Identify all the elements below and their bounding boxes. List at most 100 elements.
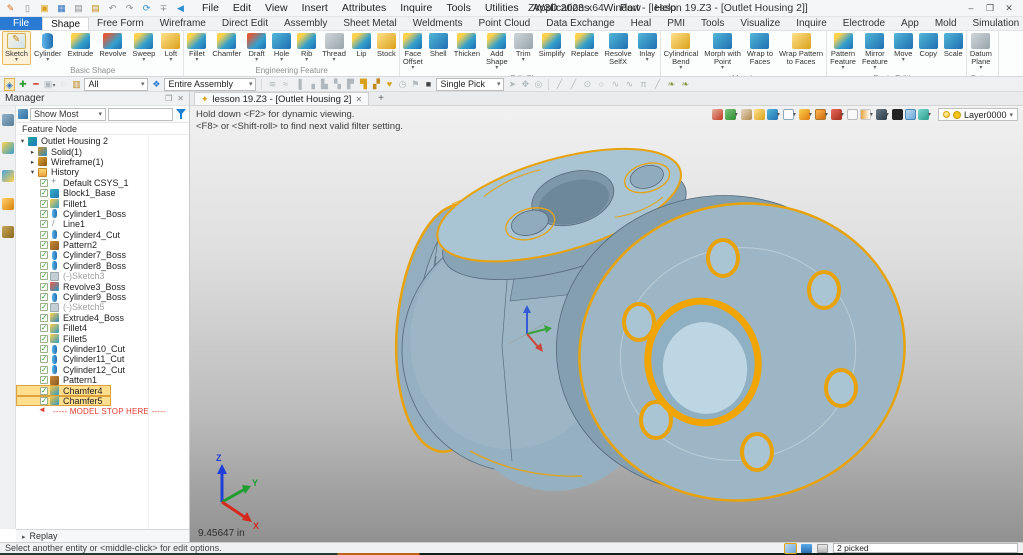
tree-item[interactable]: Cylinder9_Boss	[16, 292, 189, 302]
ribbon-tab[interactable]: Wireframe	[152, 17, 214, 30]
add-entity-icon[interactable]: ✚	[18, 78, 28, 91]
model-canvas[interactable]: Hold down <F2> for dynamic viewing. <F8>…	[190, 106, 1023, 542]
tree-checkbox[interactable]	[40, 376, 48, 384]
scope-combo[interactable]: Entire Assembly	[164, 78, 256, 91]
tree-checkbox[interactable]	[40, 210, 48, 218]
tree-item[interactable]: ▸ Solid(1)	[16, 146, 189, 156]
stock-button[interactable]: Stock	[374, 31, 399, 65]
loop-icon[interactable]: ◌	[58, 78, 68, 91]
pick-feature-icon[interactable]: ▚	[332, 78, 342, 91]
ribbon-tab[interactable]: Data Exchange	[538, 17, 622, 30]
ribbon-tab[interactable]: Shape	[42, 17, 89, 30]
tree-caret-icon[interactable]: ▾	[29, 168, 36, 176]
tree-checkbox[interactable]	[40, 262, 48, 270]
redo-icon[interactable]: ↷	[123, 2, 136, 15]
open-file-icon[interactable]: ▣	[38, 2, 51, 15]
tree-checkbox[interactable]	[40, 355, 48, 363]
tree-checkbox[interactable]	[40, 303, 48, 311]
trim-button[interactable]: Trim ▾	[511, 31, 536, 65]
panel-float-icon[interactable]	[165, 94, 172, 103]
leaf-a-icon[interactable]: ❧	[666, 78, 676, 91]
window-pane-icon[interactable]	[905, 109, 916, 120]
tree-checkbox[interactable]	[40, 314, 48, 322]
tree-checkbox[interactable]	[40, 387, 48, 395]
tree-item[interactable]: Line1	[16, 219, 189, 229]
plane-display-icon[interactable]	[847, 109, 858, 120]
tree-item[interactable]: ▾ History	[16, 167, 189, 177]
exit-sketch-icon[interactable]	[712, 109, 723, 120]
gold-solid-icon[interactable]	[754, 109, 765, 120]
save-icon[interactable]: ▦	[55, 2, 68, 15]
tree-item[interactable]: Cylinder8_Boss	[16, 261, 189, 271]
menu-item[interactable]: Tools	[439, 2, 478, 14]
document-tab[interactable]: lesson 19.Z3 - [Outlet Housing 2]	[194, 92, 369, 105]
tree-checkbox[interactable]	[40, 241, 48, 249]
tree-checkbox[interactable]	[40, 272, 48, 280]
filter-flag-icon[interactable]: ∓	[157, 2, 170, 15]
pick-move-icon[interactable]: ✥	[520, 78, 530, 91]
tree-caret-icon[interactable]: ▸	[29, 158, 36, 166]
output-panel-icon[interactable]	[817, 544, 828, 553]
tree-item[interactable]: Pattern2	[16, 240, 189, 250]
tree-item[interactable]: Block1_Base	[16, 188, 189, 198]
add-to-list-icon[interactable]: ▣▾	[44, 78, 56, 91]
tree-item[interactable]: ▾ Outlet Housing 2	[16, 136, 189, 146]
lip-button[interactable]: Lip	[349, 31, 374, 65]
add-shape-button[interactable]: Add Shape ▾	[483, 31, 511, 73]
pi-tool-icon[interactable]: π	[638, 78, 648, 91]
spline-tool-icon[interactable]: ∿	[610, 78, 620, 91]
pick-hand-icon[interactable]: ➤	[507, 78, 517, 91]
pick-edge-icon[interactable]: ▗	[306, 78, 316, 91]
fillet-button[interactable]: Fillet ▾	[184, 31, 209, 65]
tree-item[interactable]: Cylinder7_Boss	[16, 250, 189, 260]
pick-face-icon[interactable]: ▐	[293, 78, 303, 91]
tree-checkbox[interactable]	[40, 231, 48, 239]
segment-tool-icon[interactable]: ╱	[652, 78, 662, 91]
datum-plane-button[interactable]: Datum Plane ▾	[967, 31, 995, 73]
print-icon[interactable]: ▤	[72, 2, 85, 15]
tree-checkbox[interactable]	[40, 220, 48, 228]
filter-funnel-icon[interactable]	[175, 108, 187, 120]
menu-item[interactable]: View	[258, 2, 295, 14]
new-tab-button[interactable]	[373, 93, 389, 104]
app-logo-icon[interactable]: ✎	[4, 2, 17, 15]
scope-icon[interactable]: ❖	[151, 78, 161, 91]
remove-entity-icon[interactable]: ━	[31, 78, 41, 91]
window-close-button[interactable]	[1003, 3, 1015, 14]
menu-item[interactable]: File	[195, 2, 226, 14]
tree-item[interactable]: Cylinder4_Cut	[16, 230, 189, 240]
sweep-button[interactable]: Sweep ▾	[129, 31, 158, 65]
model-3d-view[interactable]: Z Y X	[190, 106, 1023, 542]
layer-selector[interactable]: Layer0000	[938, 108, 1018, 121]
window-restore-button[interactable]	[984, 3, 996, 14]
tree-item[interactable]: Chamfer4	[16, 385, 111, 395]
ribbon-tab[interactable]: PMI	[659, 17, 693, 30]
tree-item[interactable]: Cylinder1_Boss	[16, 209, 189, 219]
filter-a-icon[interactable]: ≋	[267, 78, 277, 91]
history-manager-icon[interactable]	[2, 114, 14, 126]
pick-shape-icon[interactable]: ▛	[345, 78, 355, 91]
tree-item[interactable]: Default CSYS_1	[16, 178, 189, 188]
tree-checkbox[interactable]	[40, 397, 48, 405]
polyline-tool-icon[interactable]: ╱	[568, 78, 578, 91]
morph-with-point-button[interactable]: Morph with Point ▾	[701, 31, 744, 73]
tree-item[interactable]: ----- MODEL STOP HERE -----	[16, 406, 189, 416]
tree-item[interactable]: Chamfer5	[16, 396, 111, 406]
tree-checkbox[interactable]	[40, 179, 48, 187]
view-manager-icon[interactable]	[2, 170, 14, 182]
filter-b-icon[interactable]: ≈	[280, 78, 290, 91]
regen-icon[interactable]: ⟳	[140, 2, 153, 15]
tab-close-icon[interactable]	[355, 94, 362, 105]
scale-button[interactable]: Scale	[941, 31, 966, 65]
menu-item[interactable]: Utilities	[478, 2, 526, 14]
draft-button[interactable]: Draft ▾	[244, 31, 269, 65]
tree-item[interactable]: Revolve3_Boss	[16, 281, 189, 291]
ribbon-tab[interactable]: Assembly	[276, 17, 335, 30]
tree-search-input[interactable]	[108, 108, 173, 121]
pick-target-icon[interactable]: ◈	[4, 78, 15, 91]
thread-button[interactable]: Thread ▾	[319, 31, 349, 65]
library-manager-icon[interactable]	[2, 226, 14, 238]
tree-checkbox[interactable]	[40, 293, 48, 301]
manager-toggle-icon[interactable]	[785, 544, 796, 553]
show-filter-dropdown[interactable]: Show Most	[30, 108, 106, 121]
